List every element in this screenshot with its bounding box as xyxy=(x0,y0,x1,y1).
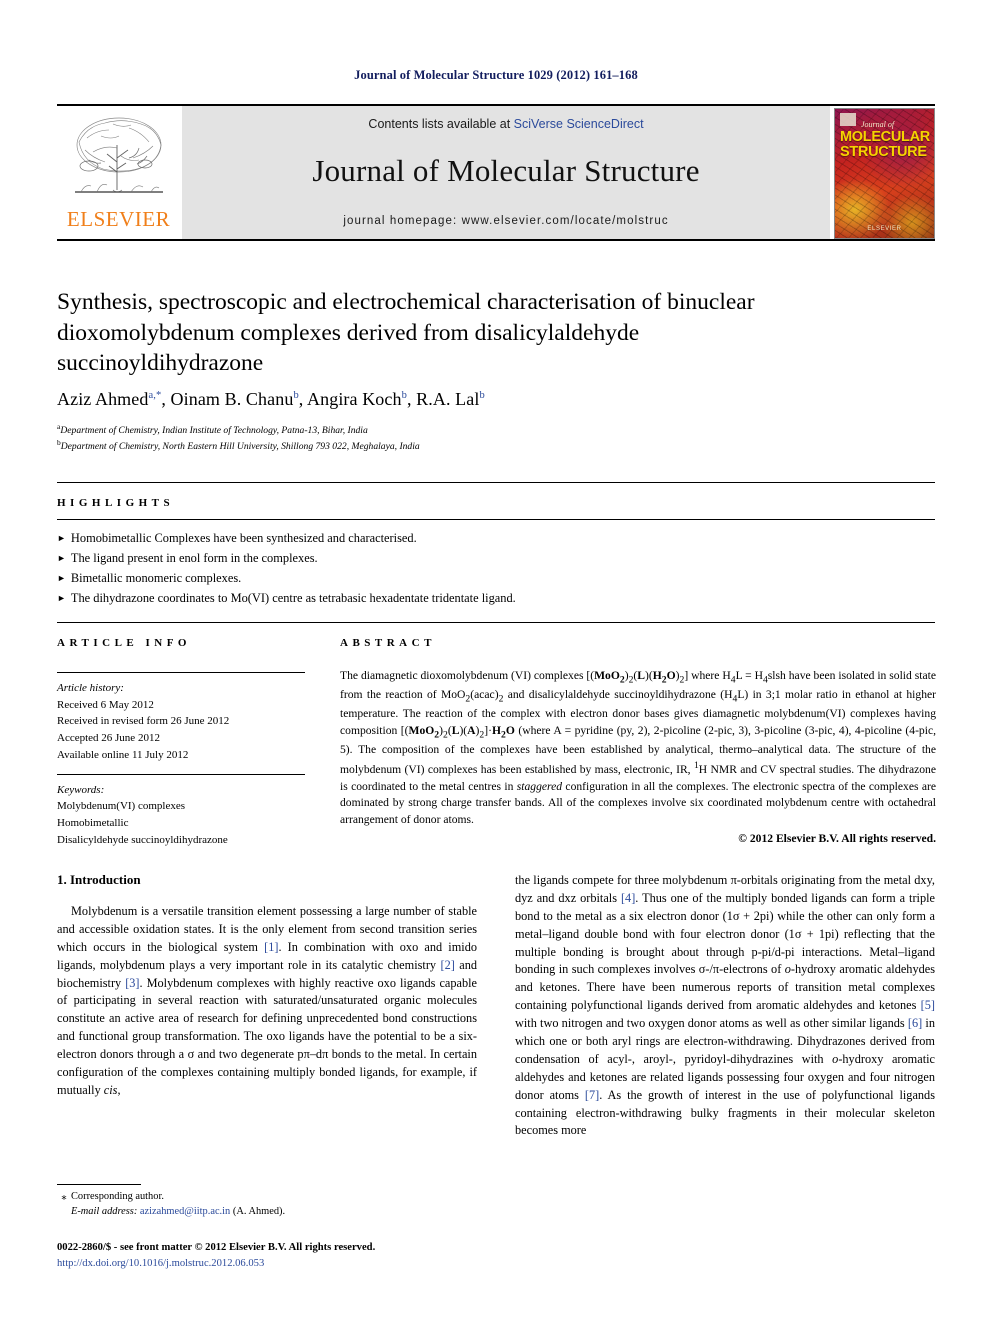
highlight-item: ► The ligand present in enol form in the… xyxy=(57,548,935,568)
journal-cover-thumbnail[interactable]: Journal of MOLECULAR STRUCTURE ELSEVIER xyxy=(834,108,935,239)
affiliation-item: bDepartment of Chemistry, North Eastern … xyxy=(57,438,420,453)
highlight-text: The dihydrazone coordinates to Mo(VI) ce… xyxy=(70,591,516,606)
footer-block: 0022-2860/$ - see front matter © 2012 El… xyxy=(57,1240,557,1272)
article-history-item: Accepted 26 June 2012 xyxy=(57,732,160,745)
author-entry[interactable]: Oinam B. Chanub xyxy=(171,389,299,409)
corresponding-author-row: ⁎ Corresponding author. xyxy=(57,1189,477,1204)
asterisk-icon: ⁎ xyxy=(61,1191,67,1202)
citation-ref[interactable]: [2] xyxy=(440,958,454,972)
affiliation-item: aDepartment of Chemistry, Indian Institu… xyxy=(57,422,368,437)
journal-banner: Contents lists available at SciVerse Sci… xyxy=(182,106,830,239)
author-entry[interactable]: R.A. Lalb xyxy=(416,389,485,409)
highlight-item: ► The dihydrazone coordinates to Mo(VI) … xyxy=(57,588,935,608)
highlights-heading: HIGHLIGHTS xyxy=(57,497,175,509)
citation-ref[interactable]: [7] xyxy=(585,1088,599,1102)
author-marks: b xyxy=(293,390,299,401)
footnote-block: ⁎ Corresponding author. E-mail address: … xyxy=(57,1189,477,1220)
author-marks: a,* xyxy=(148,390,162,401)
author-marks: b xyxy=(479,390,485,401)
highlight-text: Homobimetallic Complexes have been synth… xyxy=(70,531,417,545)
footnote-separator-rule xyxy=(57,1184,141,1185)
elsevier-tree-icon xyxy=(67,112,171,208)
email-owner: (A. Ahmed). xyxy=(232,1206,286,1218)
triangle-bullet-icon: ► xyxy=(57,533,66,543)
masthead-bottom-rule xyxy=(57,239,935,241)
author-entry[interactable]: Angira Kochb xyxy=(307,389,407,409)
citation-ref[interactable]: [1] xyxy=(264,940,278,954)
article-title: Synthesis, spectroscopic and electrochem… xyxy=(57,289,755,377)
affiliation-list: aDepartment of Chemistry, Indian Institu… xyxy=(57,422,877,454)
citation-ref[interactable]: [6] xyxy=(908,1016,922,1030)
article-info-heading: ARTICLE INFO xyxy=(57,637,191,649)
keywords-label: Keywords: xyxy=(57,783,105,796)
article-history-item: Received 6 May 2012 xyxy=(57,698,154,711)
cover-publisher-label: ELSEVIER xyxy=(867,226,902,232)
info-rule xyxy=(57,672,305,673)
highlights-list: ► Homobimetallic Complexes have been syn… xyxy=(57,528,935,608)
citation-ref[interactable]: [5] xyxy=(921,998,935,1012)
highlights-underline-rule xyxy=(57,519,935,520)
author-marks: b xyxy=(401,390,407,401)
keyword-item: Homobimetallic xyxy=(57,817,129,830)
highlight-item: ► Bimetallic monomeric complexes. xyxy=(57,568,935,588)
triangle-bullet-icon: ► xyxy=(57,593,66,604)
email-label: E-mail address: xyxy=(71,1206,138,1218)
journal-homepage-line[interactable]: journal homepage: www.elsevier.com/locat… xyxy=(343,215,668,227)
author-list: Aziz Ahmeda,*, Oinam B. Chanub, Angira K… xyxy=(57,389,485,409)
highlight-item: ► Homobimetallic Complexes have been syn… xyxy=(57,528,935,548)
keywords-rule xyxy=(57,773,305,775)
email-link[interactable]: azizahmed@iitp.ac.in xyxy=(140,1206,230,1217)
cover-journal-of-label: Journal of xyxy=(861,120,895,129)
article-history-item: Available online 11 July 2012 xyxy=(57,748,189,761)
corresponding-author-text: Corresponding author. xyxy=(71,1191,164,1202)
highlight-text: Bimetallic monomeric complexes. xyxy=(70,571,242,586)
contents-prefix: Contents lists available at xyxy=(368,117,514,131)
paragraph: Molybdenum is a versatile transition ele… xyxy=(57,904,477,1097)
triangle-bullet-icon: ► xyxy=(57,553,66,564)
paragraph: the ligands compete for three molybdenum… xyxy=(515,873,935,1138)
article-history-item: Received in revised form 26 June 2012 xyxy=(57,715,230,728)
elsevier-wordmark: ELSEVIER xyxy=(66,207,171,231)
journal-masthead: ELSEVIER Contents lists available at Sci… xyxy=(57,104,935,239)
abstract-text: The diamagnetic dioxomolybdenum (VI) com… xyxy=(340,669,936,826)
keyword-item: Disalicyldehyde succinoyldihydrazone xyxy=(57,833,228,846)
article-history-label: Article history: xyxy=(57,682,124,694)
highlight-text: The ligand present in enol form in the c… xyxy=(70,551,318,566)
section-heading-introduction: 1. Introduction xyxy=(57,872,141,887)
cover-title: MOLECULAR STRUCTURE xyxy=(840,129,930,160)
journal-title: Journal of Molecular Structure xyxy=(312,153,700,188)
cover-elsevier-mark xyxy=(840,113,856,126)
abstract-body: The diamagnetic dioxomolybdenum (VI) com… xyxy=(340,668,936,847)
elsevier-logo: ELSEVIER xyxy=(57,106,180,239)
email-row: E-mail address: azizahmed@iitp.ac.in (A.… xyxy=(57,1204,477,1219)
doi-link[interactable]: http://dx.doi.org/10.1016/j.molstruc.201… xyxy=(57,1256,557,1272)
citation-ref[interactable]: [3] xyxy=(125,976,139,990)
highlights-top-rule xyxy=(57,482,935,483)
author-entry[interactable]: Aziz Ahmeda,* xyxy=(57,389,161,409)
running-head: Journal of Molecular Structure 1029 (201… xyxy=(354,68,638,82)
sciencedirect-link[interactable]: SciVerse ScienceDirect xyxy=(514,117,644,131)
issn-copyright-line: 0022-2860/$ - see front matter © 2012 El… xyxy=(57,1242,376,1253)
abstract-copyright: © 2012 Elsevier B.V. All rights reserved… xyxy=(738,831,936,845)
abstract-heading: ABSTRACT xyxy=(340,637,436,649)
citation-ref[interactable]: [4] xyxy=(621,891,635,905)
abstract-top-rule xyxy=(57,622,935,623)
keyword-item: Molybdenum(VI) complexes xyxy=(57,800,185,813)
triangle-bullet-icon: ► xyxy=(57,573,66,584)
article-page: Journal of Molecular Structure 1029 (201… xyxy=(0,0,992,1323)
article-info-column: Article history: Received 6 May 2012 Rec… xyxy=(57,672,305,848)
contents-list-line: Contents lists available at SciVerse Sci… xyxy=(368,117,643,131)
body-column-left: Molybdenum is a versatile transition ele… xyxy=(57,903,477,1100)
body-column-right: the ligands compete for three molybdenum… xyxy=(515,872,935,1140)
